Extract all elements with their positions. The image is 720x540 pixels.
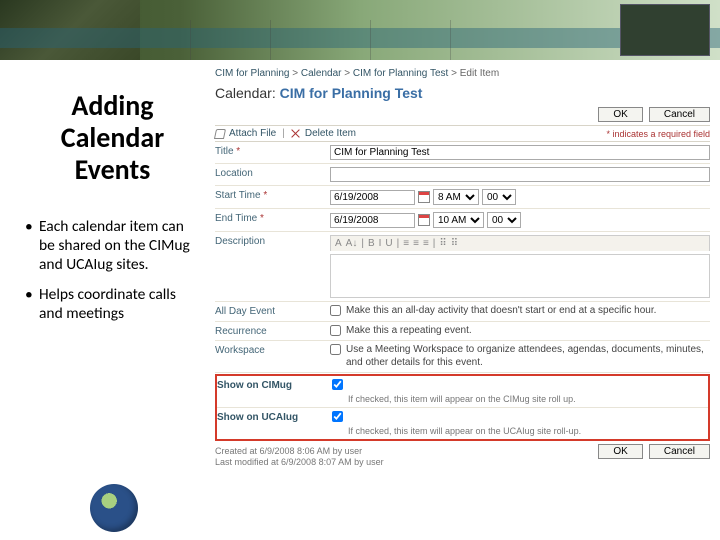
label-start-time: Start Time [215, 189, 330, 201]
delete-item-link[interactable]: Delete Item [305, 128, 356, 139]
location-input[interactable] [330, 167, 710, 182]
banner-photo-monitors [620, 4, 710, 56]
action-bar: Attach File | Delete Item * indicates a … [215, 125, 710, 142]
calendar-icon[interactable] [418, 191, 430, 203]
allday-checkbox[interactable] [330, 305, 341, 316]
start-min-select[interactable]: 00 [482, 189, 516, 205]
title-input[interactable] [330, 145, 710, 160]
recurrence-checkbox[interactable] [330, 325, 341, 336]
breadcrumb-link[interactable]: CIM for Planning Test [353, 68, 448, 79]
label-workspace: Workspace [215, 344, 330, 356]
ok-button[interactable]: OK [598, 107, 642, 122]
sharepoint-form: CIM for Planning > Calendar > CIM for Pl… [215, 60, 720, 540]
slide-bullets: Each calendar item can be shared on the … [25, 217, 200, 324]
label-title: Title [215, 145, 330, 157]
start-hour-select[interactable]: 8 AM [433, 189, 479, 205]
page-title-name: CIM for Planning Test [280, 85, 423, 101]
label-show-ucaiug: Show on UCAIug [217, 411, 332, 423]
label-allday: All Day Event [215, 305, 330, 317]
calendar-icon[interactable] [418, 214, 430, 226]
rollup-highlight: Show on CIMug If checked, this item will… [215, 374, 710, 441]
start-date-input[interactable] [330, 190, 415, 205]
label-show-cimug: Show on CIMug [217, 379, 332, 391]
cancel-button-bottom[interactable]: Cancel [649, 444, 710, 459]
attach-file-link[interactable]: Attach File [229, 128, 276, 139]
end-hour-select[interactable]: 10 AM [433, 212, 484, 228]
end-min-select[interactable]: 00 [487, 212, 521, 228]
page-title: Calendar: CIM for Planning Test [215, 85, 710, 101]
workspace-desc: Use a Meeting Workspace to organize atte… [346, 344, 710, 369]
ok-button-bottom[interactable]: OK [598, 444, 642, 459]
slide-bullet: Each calendar item can be shared on the … [25, 217, 200, 275]
header-banner [0, 0, 720, 60]
recurrence-desc: Make this a repeating event. [346, 325, 472, 338]
cancel-button[interactable]: Cancel [649, 107, 710, 122]
ucaiug-note: If checked, this item will appear on the… [348, 426, 581, 436]
description-editor[interactable] [330, 254, 710, 298]
breadcrumb-link[interactable]: Calendar [301, 68, 342, 79]
cimug-note: If checked, this item will appear on the… [348, 394, 576, 404]
attach-icon [214, 129, 226, 139]
slide-title: Adding Calendar Events [25, 90, 200, 187]
label-description: Description [215, 235, 330, 247]
delete-icon [291, 129, 301, 139]
created-line: Created at 6/9/2008 8:06 AM by user [215, 446, 384, 457]
label-location: Location [215, 167, 330, 179]
ucaiug-checkbox[interactable] [332, 411, 343, 422]
slide-bullet: Helps coordinate calls and meetings [25, 285, 200, 324]
ucaiug-logo [90, 484, 138, 532]
breadcrumb-link[interactable]: CIM for Planning [215, 68, 289, 79]
label-recurrence: Recurrence [215, 325, 330, 337]
breadcrumb-current: Edit Item [460, 68, 499, 79]
slide-text-column: Adding Calendar Events Each calendar ite… [0, 60, 215, 540]
breadcrumb: CIM for Planning > Calendar > CIM for Pl… [215, 68, 710, 79]
workspace-checkbox[interactable] [330, 344, 341, 355]
banner-towers [150, 0, 550, 60]
end-date-input[interactable] [330, 213, 415, 228]
label-end-time: End Time [215, 212, 330, 224]
allday-desc: Make this an all-day activity that doesn… [346, 305, 656, 318]
modified-line: Last modified at 6/9/2008 8:07 AM by use… [215, 457, 384, 468]
page-title-prefix: Calendar: [215, 85, 276, 101]
audit-meta: Created at 6/9/2008 8:06 AM by user Last… [215, 446, 384, 469]
required-field-note: * indicates a required field [606, 129, 710, 139]
rte-toolbar[interactable]: AA↓| BIU| ≡≡≡| ⠿⠿ [330, 235, 710, 251]
cimug-checkbox[interactable] [332, 379, 343, 390]
